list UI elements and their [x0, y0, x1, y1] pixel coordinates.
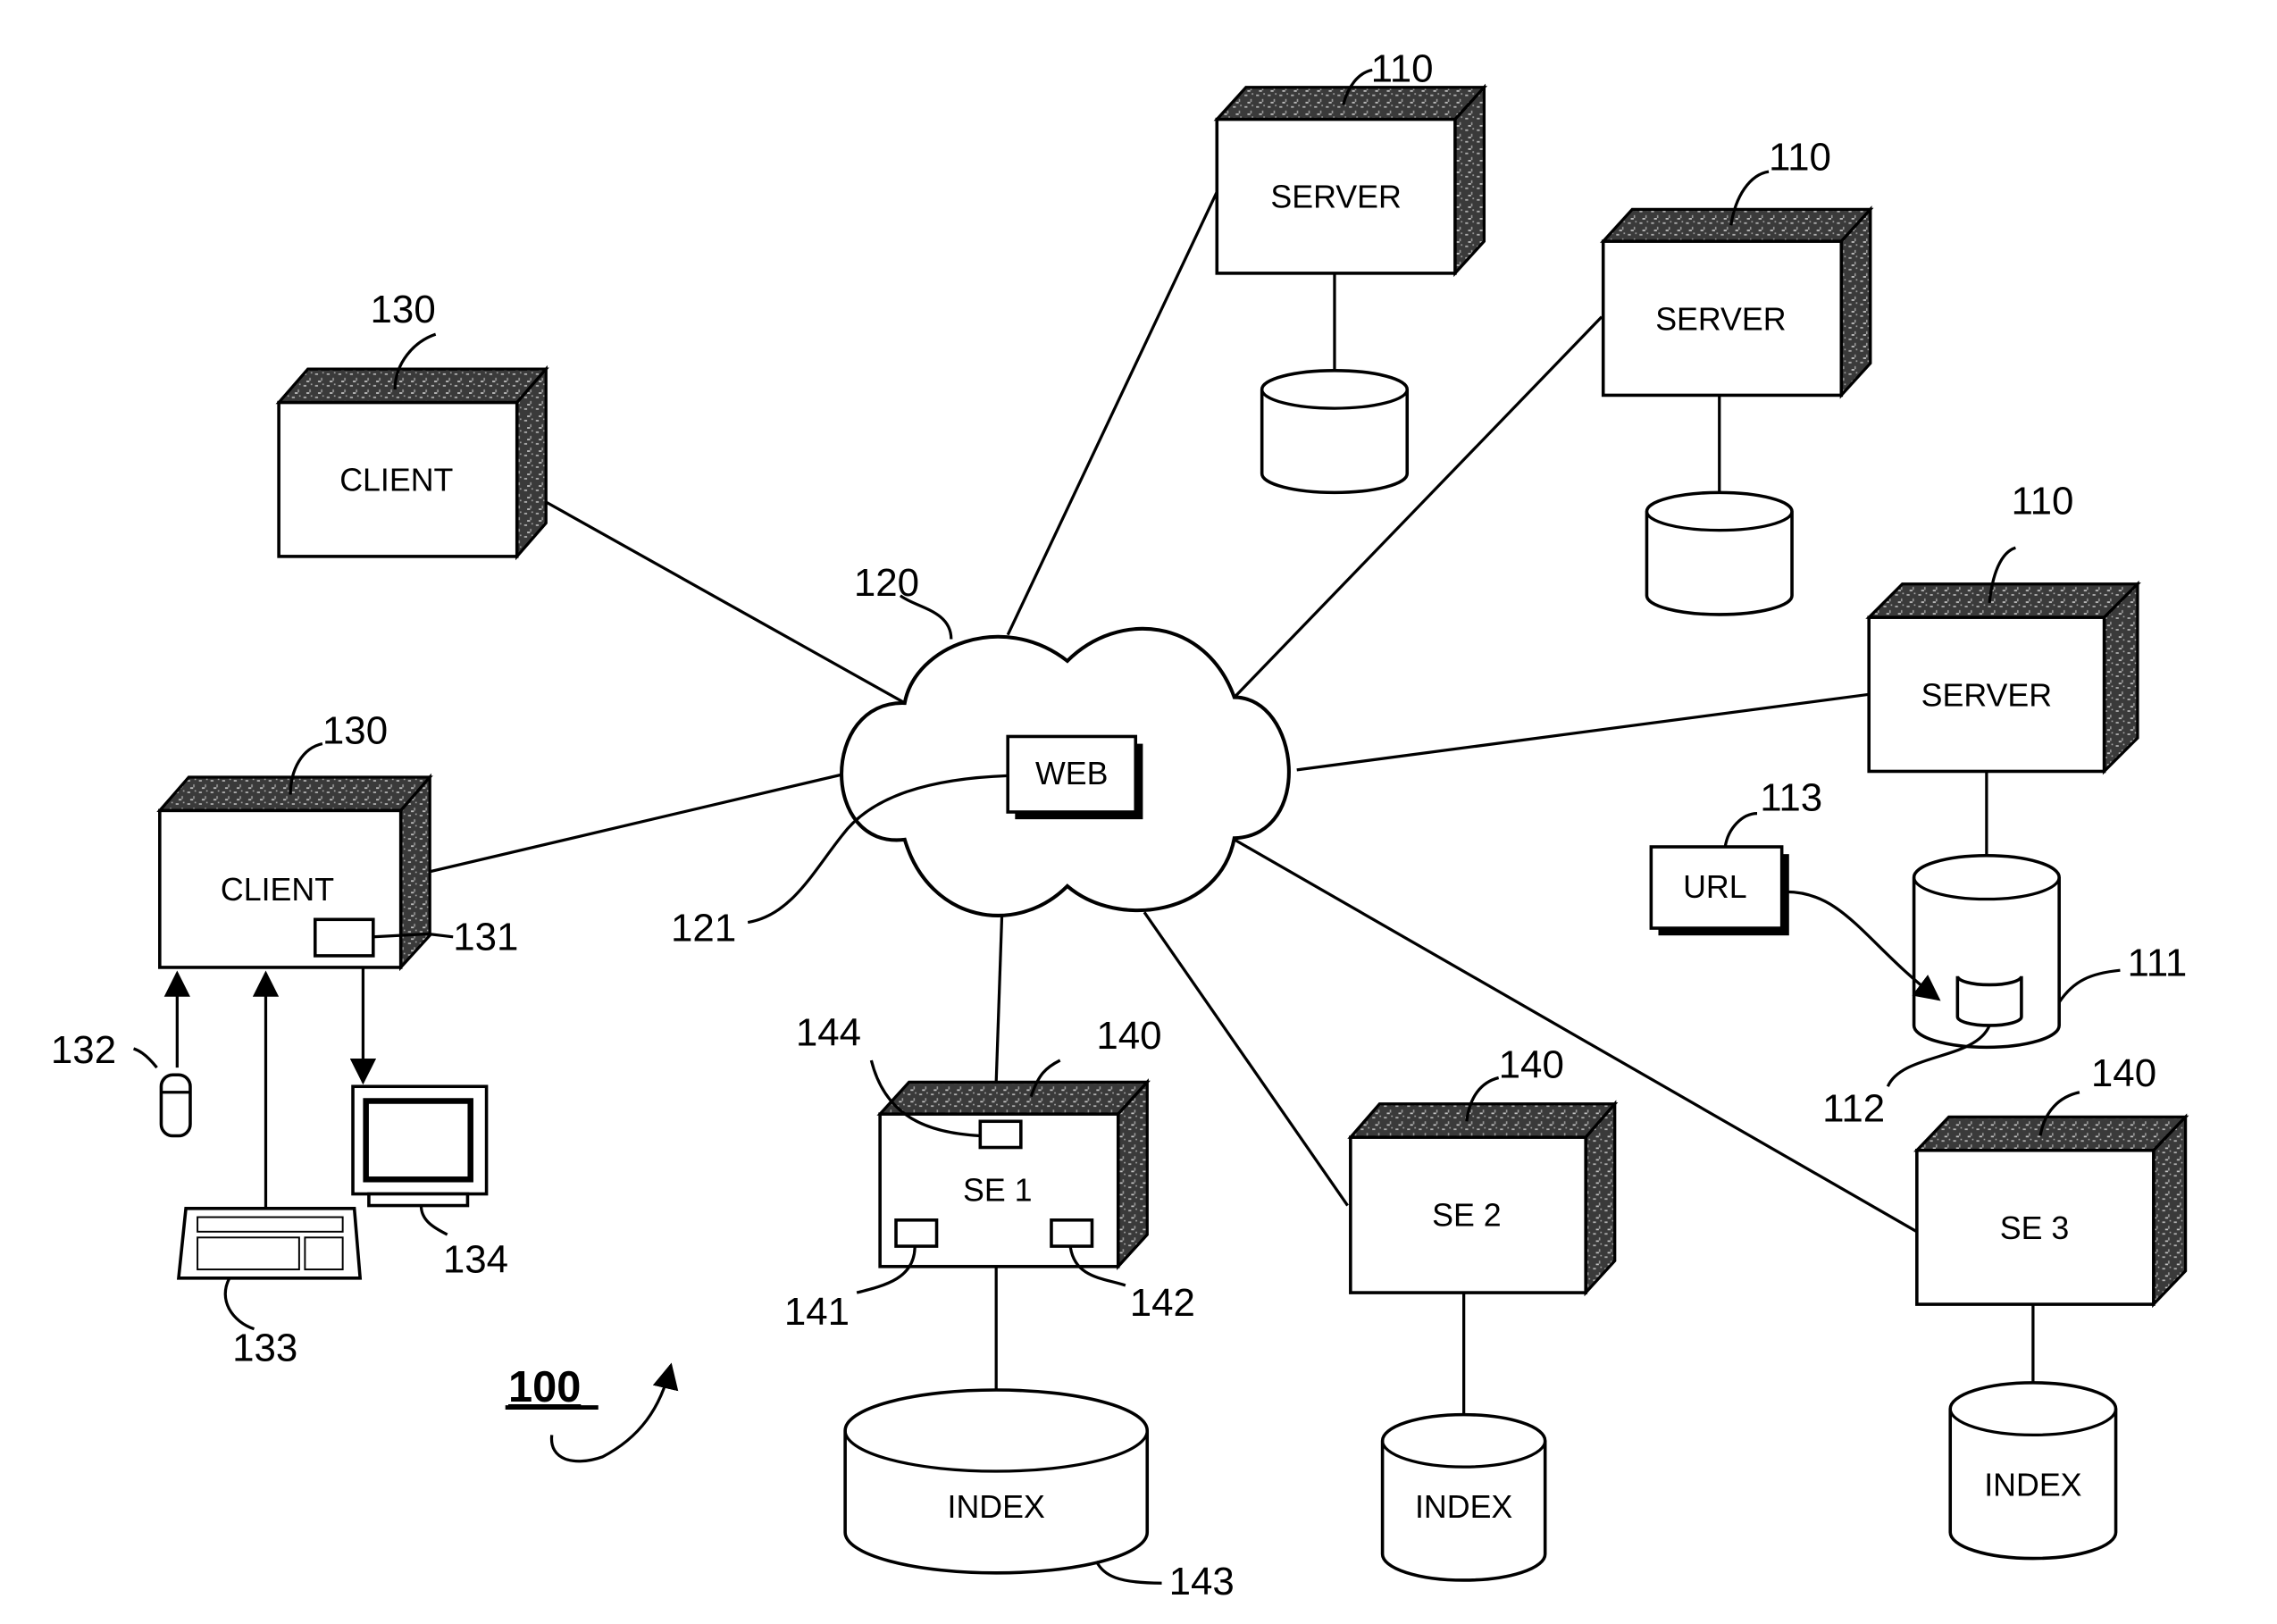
link-server-1: [1006, 191, 1218, 636]
ref-110c: 110: [2012, 480, 2074, 523]
client-1-label: CLIENT: [339, 463, 453, 498]
client-component-131: [313, 917, 375, 958]
link-server-3: [1296, 692, 1870, 772]
ref-140a: 140: [1096, 1014, 1161, 1058]
figure-label: 100: [505, 1362, 679, 1463]
client-2-top: [156, 775, 433, 813]
se3-index-label: INDEX: [1984, 1468, 2081, 1503]
ref-111: 111: [2128, 942, 2188, 985]
server-2-label: SERVER: [1655, 301, 1786, 337]
ref-143: 143: [1169, 1560, 1235, 1603]
url-label: URL: [1683, 869, 1747, 905]
se2-index-label: INDEX: [1415, 1489, 1512, 1525]
mouse-icon: [159, 1073, 192, 1138]
ref-113: 113: [1760, 775, 1822, 819]
leader-113: [1723, 812, 1758, 848]
leader-134: [419, 1205, 448, 1236]
client-1-top: [275, 367, 549, 405]
ref-140b: 140: [1499, 1042, 1564, 1086]
ref-110b: 110: [1769, 135, 1831, 179]
se1-side: [1117, 1078, 1149, 1271]
server-2: SERVER 110: [1600, 135, 1874, 616]
se1-label: SE 1: [963, 1173, 1033, 1209]
ref-131: 131: [453, 915, 518, 958]
server-3-side: [2102, 580, 2139, 775]
se2-top: [1347, 1102, 1619, 1139]
se3-top: [1913, 1115, 2189, 1152]
server-2-side: [1839, 205, 1872, 399]
se3-side: [2152, 1113, 2188, 1309]
client-2-side: [399, 773, 431, 972]
ref-142: 142: [1130, 1281, 1195, 1325]
network-cloud: 120 WEB 121: [671, 561, 1291, 950]
server-1-database: [1260, 369, 1410, 495]
se1-component-144: [978, 1119, 1023, 1150]
ref-112: 112: [1822, 1086, 1885, 1130]
se2-label: SE 2: [1432, 1197, 1502, 1233]
se1-component-142: [1050, 1218, 1094, 1248]
server-3-top: [1865, 582, 2141, 619]
leader-133: [223, 1277, 255, 1331]
server-1-top: [1213, 86, 1488, 121]
se3-label: SE 3: [2000, 1210, 2070, 1246]
se1-index-label: INDEX: [948, 1489, 1045, 1525]
ref-144: 144: [796, 1011, 861, 1055]
ref-134: 134: [443, 1237, 508, 1281]
document-112: [1955, 975, 2023, 1027]
client-1-side: [515, 364, 548, 561]
server-1-side: [1453, 83, 1486, 278]
leader-132: [133, 1047, 158, 1069]
ref-133: 133: [232, 1326, 297, 1369]
ref-140c: 140: [2091, 1051, 2156, 1095]
leader-143: [1094, 1561, 1162, 1585]
server-1-label: SERVER: [1270, 180, 1401, 215]
ref-130a: 130: [371, 288, 436, 331]
ref-110a: 110: [1371, 46, 1434, 90]
search-engine-2: SE 2 140 INDEX: [1347, 1042, 1619, 1582]
network-diagram: 120 WEB 121 CLIENT 130 CLIENT 131 130 13…: [51, 46, 2189, 1603]
ref-130b: 130: [322, 709, 388, 753]
server-3-label: SERVER: [1921, 677, 2052, 713]
web-label: WEB: [1035, 756, 1108, 791]
link-client-2: [398, 771, 850, 881]
se1-index: [843, 1388, 1150, 1575]
ref-120: 120: [854, 561, 919, 605]
figure-number: 100: [508, 1363, 581, 1411]
link-se1: [994, 912, 1004, 1083]
se2-side: [1584, 1100, 1617, 1297]
server-2-database: [1645, 490, 1794, 616]
client-2-label: CLIENT: [221, 872, 334, 908]
keyboard-icon: [176, 1207, 363, 1280]
search-engine-1: SE 1 144 140 141 142 INDEX 143: [784, 1011, 1235, 1603]
leader-111: [2057, 968, 2121, 1003]
server-2-top: [1600, 207, 1874, 243]
se1-top: [876, 1080, 1151, 1116]
ref-132: 132: [51, 1028, 116, 1072]
link-se2: [1143, 911, 1349, 1207]
client-1: CLIENT 130: [275, 288, 549, 561]
server-1: SERVER 110: [1213, 46, 1488, 495]
search-engine-3: SE 3 140 INDEX: [1913, 1051, 2189, 1561]
se1-component-141: [894, 1218, 939, 1248]
peripherals: 132 133 134: [51, 1028, 508, 1369]
ref-141: 141: [784, 1290, 850, 1334]
ref-121: 121: [671, 907, 736, 950]
